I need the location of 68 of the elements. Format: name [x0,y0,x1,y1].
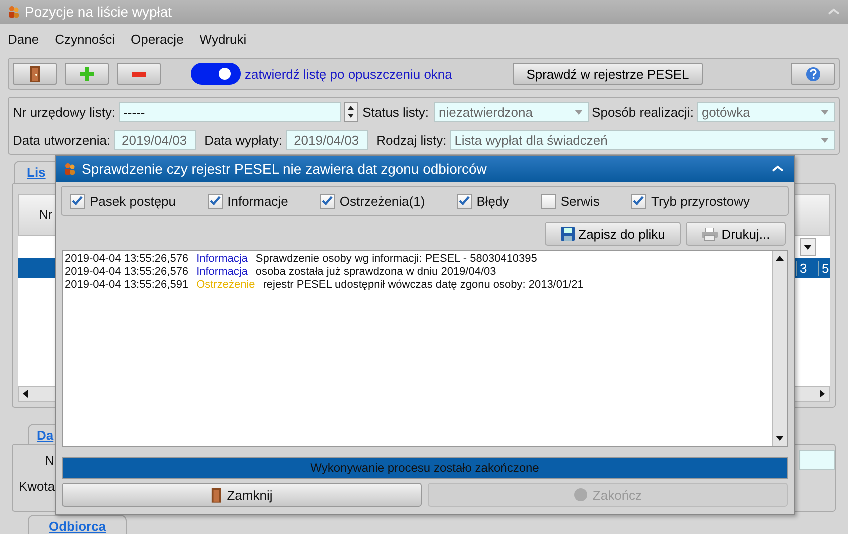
pesel-check-button[interactable]: Sprawdź w rejestrze PESEL [513,63,703,85]
remove-button[interactable] [117,63,161,85]
door-icon [29,66,41,82]
log-type: Informacja [196,253,248,266]
menu-item[interactable]: Wydruki [200,32,247,46]
field-label: Sposób realizacji: [592,104,694,120]
toggle-switch[interactable] [191,63,241,85]
filter-checkbox[interactable]: Błędy [456,194,510,208]
check-icon [633,196,644,206]
vertical-scrollbar[interactable] [772,251,787,446]
menu-item[interactable]: Dane [8,32,40,46]
progress-status: Wykonywanie procesu zostało zakończone [310,461,540,475]
tab[interactable]: Odbiorca [28,515,128,534]
check-icon [458,196,470,206]
log-time: 2019-04-04 13:55:26,576 [65,253,189,266]
people-icon [64,163,76,175]
filter-checkbox[interactable]: Informacje [208,194,288,208]
plus-icon [80,67,94,81]
table-cell: 5 [818,260,830,276]
field-label: Rodzaj listy: [376,132,447,148]
method-dropdown[interactable]: gotówka [696,102,835,122]
field-label: N [45,452,54,468]
close-button[interactable]: Zamknij [62,483,422,507]
field-label: Kwota [19,479,56,494]
printer-icon [702,228,718,240]
toggle-label: zatwierdź listę po opuszczeniu okna [245,66,452,82]
field-label: Nr urzędowy listy: [13,104,116,120]
print-button[interactable]: Drukuj... [686,222,786,246]
column-header: Nr [38,206,54,224]
type-dropdown[interactable]: Lista wypłat dla świadczeń [450,130,835,150]
minus-icon [132,72,146,76]
log-type: Ostrzeżenie [196,279,256,292]
filter-checkbox[interactable]: Tryb przyrostowy [631,194,750,208]
date-field[interactable]: 2019/04/03 [286,130,368,150]
field-label: Data utworzenia: [13,132,111,148]
door-icon [211,488,222,502]
check-icon [210,196,221,206]
floppy-icon [560,227,575,241]
table-cell: 3 [796,260,818,276]
menu-item[interactable]: Operacje [131,32,184,46]
help-icon [806,66,820,82]
log-time: 2019-04-04 13:55:26,591 [65,279,189,292]
menu-item[interactable]: Czynności [55,32,116,46]
filter-checkbox[interactable]: Serwis [540,194,600,208]
check-icon [72,196,83,206]
status-dropdown[interactable]: niezatwierdzona [434,102,590,122]
number-field[interactable]: ----- [118,102,341,122]
exit-button[interactable] [13,63,57,85]
log-time: 2019-04-04 13:55:26,576 [65,266,189,279]
log-message: rejestr PESEL udostępnił wówczas datę zgonu osoby: 2013/01/21 [263,279,584,292]
log-message: Sprawdzenie osoby wg informacji: PESEL - 58030410395 [256,253,538,266]
date-field[interactable]: 2019/04/03 [114,130,196,150]
dialog-title: Sprawdzenie czy rejestr PESEL nie zawiera dat zgonu odbiorców [82,161,488,177]
filter-checkbox[interactable]: Pasek postępu [70,194,176,208]
input-field[interactable] [799,450,835,470]
people-icon [8,6,20,18]
help-button[interactable] [791,63,835,85]
add-button[interactable] [65,63,109,85]
field-label: Data wypłaty: [204,132,283,148]
window-title: Pozycje na liście wypłat [25,4,174,20]
save-button[interactable]: Zapisz do pliku [545,222,681,246]
spinner-icon[interactable] [344,102,358,122]
field-label: Status listy: [362,104,430,120]
filter-checkbox[interactable]: Ostrzeżenia(1) [320,194,426,208]
stop-icon [574,488,588,502]
log-message: osoba została już sprawdzona w dniu 2019/04/03 [256,266,496,279]
check-icon [322,196,333,206]
log-type: Informacja [196,266,248,279]
